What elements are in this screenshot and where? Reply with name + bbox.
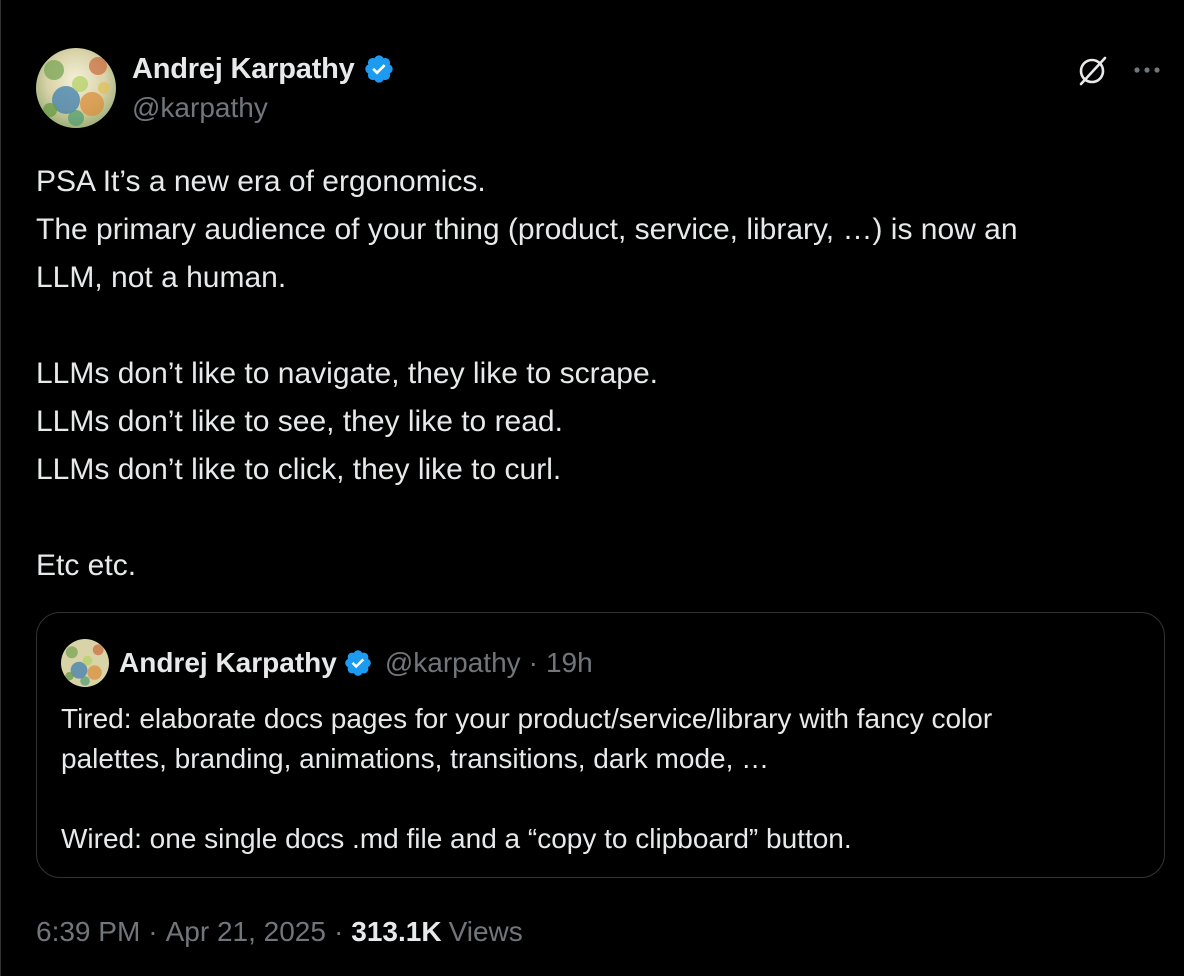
- tweet-text-line: The primary audience of your thing (prod…: [36, 213, 1018, 246]
- tweet-text-line: PSA It’s a new era of ergonomics.: [36, 165, 486, 198]
- grok-icon[interactable]: [1075, 52, 1111, 88]
- separator-dot: ·: [528, 647, 538, 678]
- verified-badge-icon: [343, 648, 373, 678]
- more-dots-icon[interactable]: [1130, 56, 1166, 84]
- tweet-date[interactable]: Apr 21, 2025: [166, 916, 326, 948]
- separator-dot: ·: [148, 916, 158, 947]
- views-label: Views: [448, 916, 523, 947]
- separator-dot: ·: [333, 916, 344, 947]
- quoted-text-line: Wired: one single docs .md file and a “c…: [61, 823, 852, 854]
- tweet-text-line: LLMs don’t like to see, they like to rea…: [36, 405, 563, 438]
- author-avatar[interactable]: [36, 48, 116, 128]
- views-count[interactable]: 313.1K: [351, 916, 441, 948]
- tweet-text-spacer: [36, 302, 1176, 350]
- tweet-text-line: Etc etc.: [36, 549, 137, 582]
- tweet: Andrej Karpathy @karpathy PSA It’s a new…: [0, 0, 1184, 976]
- tweet-text-line: LLM, not a human.: [36, 261, 287, 294]
- tweet-text-line: LLMs don’t like to navigate, they like t…: [36, 357, 659, 390]
- verified-badge-icon[interactable]: [363, 53, 395, 85]
- quoted-author-display-name[interactable]: Andrej Karpathy: [119, 647, 337, 679]
- tweet-text-spacer: [36, 494, 1176, 542]
- quoted-text-line: palettes, branding, animations, transiti…: [61, 743, 770, 774]
- quoted-tweet-text: Tired: elaborate docs pages for your pro…: [61, 699, 1141, 859]
- tweet-meta: 6:39 PM · Apr 21, 2025 · 313.1K Views: [36, 916, 523, 948]
- quoted-author-handle[interactable]: @karpathy: [385, 647, 521, 679]
- quoted-text-spacer: [61, 779, 1141, 819]
- quoted-author-avatar[interactable]: [61, 639, 109, 687]
- quoted-tweet-header: Andrej Karpathy @karpathy · 19h: [61, 637, 593, 689]
- tweet-time[interactable]: 6:39 PM: [36, 916, 140, 948]
- author-display-name[interactable]: Andrej Karpathy: [132, 53, 355, 86]
- quoted-tweet-time[interactable]: 19h: [546, 647, 593, 679]
- quoted-text-line: Tired: elaborate docs pages for your pro…: [61, 703, 993, 734]
- tweet-text: PSA It’s a new era of ergonomics. The pr…: [36, 158, 1176, 590]
- author-handle[interactable]: @karpathy: [132, 92, 268, 124]
- quoted-tweet-card[interactable]: Andrej Karpathy @karpathy · 19h Tired: e…: [36, 612, 1165, 878]
- tweet-text-line: LLMs don’t like to click, they like to c…: [36, 453, 562, 486]
